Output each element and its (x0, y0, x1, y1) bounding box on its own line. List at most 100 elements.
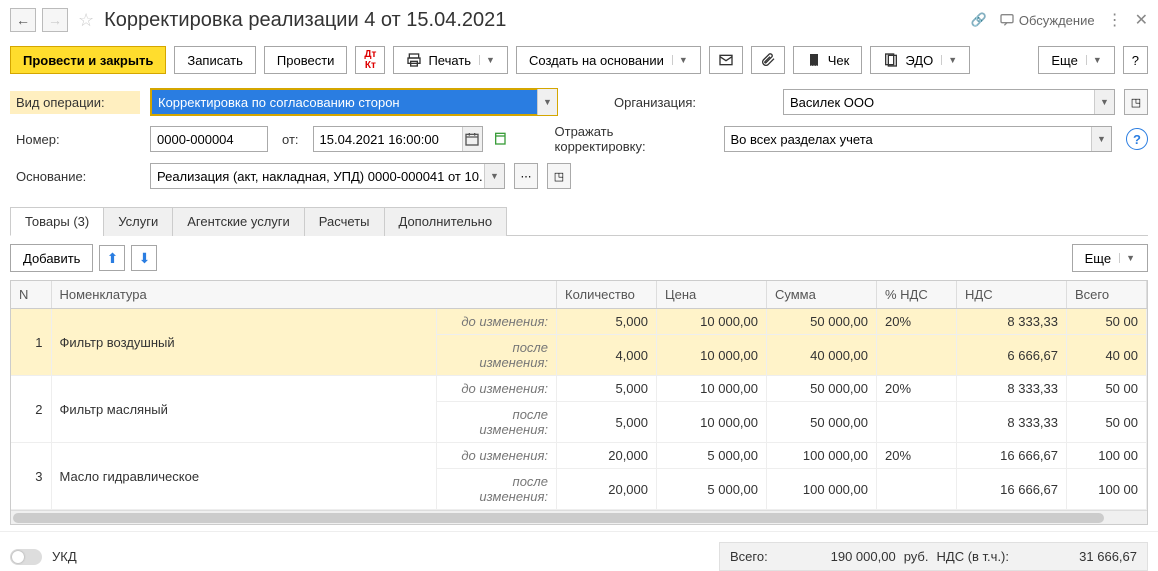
cell-sum[interactable]: 50 000,00 (767, 309, 877, 335)
move-up-button[interactable]: ⬆ (99, 245, 125, 271)
col-header-vat-rate[interactable]: % НДС (877, 281, 957, 309)
cell-vat[interactable]: 8 333,33 (957, 402, 1067, 443)
cell-sum[interactable]: 100 000,00 (767, 443, 877, 469)
op-type-dropdown-icon[interactable]: ▼ (537, 89, 557, 115)
favorite-icon[interactable]: ☆ (78, 10, 94, 31)
help-badge[interactable]: ? (1126, 128, 1148, 150)
cell-total[interactable]: 100 00 (1067, 469, 1147, 510)
create-based-button[interactable]: Создать на основании ▼ (516, 46, 701, 74)
col-header-nomenclature[interactable]: Номенклатура (51, 281, 557, 309)
basis-open-button[interactable]: ◳ (547, 163, 571, 189)
calendar-note-icon[interactable] (493, 130, 509, 149)
cell-sum[interactable]: 40 000,00 (767, 335, 877, 376)
cell-price[interactable]: 10 000,00 (657, 335, 767, 376)
cell-vat-rate[interactable]: 20% (877, 443, 957, 469)
cell-qty[interactable]: 20,000 (557, 443, 657, 469)
kebab-icon[interactable]: ⋮ (1107, 10, 1123, 30)
save-button[interactable]: Записать (174, 46, 256, 74)
table-row[interactable]: 3Масло гидравлическоедо изменения:20,000… (11, 443, 1147, 469)
move-down-button[interactable]: ⬇ (131, 245, 157, 271)
dt-kt-button[interactable]: ДтКт (355, 46, 385, 74)
cell-total[interactable]: 100 00 (1067, 443, 1147, 469)
basis-dropdown-icon[interactable]: ▼ (484, 164, 504, 188)
print-button[interactable]: Печать ▼ (393, 46, 508, 74)
discuss-button[interactable]: Обсуждение (999, 12, 1095, 28)
tab-more-button[interactable]: Еще ▼ (1072, 244, 1148, 272)
cell-vat[interactable]: 8 333,33 (957, 309, 1067, 335)
number-input[interactable] (150, 126, 268, 152)
cell-qty[interactable]: 4,000 (557, 335, 657, 376)
more-button[interactable]: Еще ▼ (1038, 46, 1114, 74)
table-row[interactable]: 1Фильтр воздушныйдо изменения:5,00010 00… (11, 309, 1147, 335)
cell-price[interactable]: 5 000,00 (657, 469, 767, 510)
col-header-total[interactable]: Всего (1067, 281, 1147, 309)
cell-vat[interactable]: 16 666,67 (957, 469, 1067, 510)
post-and-close-button[interactable]: Провести и закрыть (10, 46, 166, 74)
cell-total[interactable]: 50 00 (1067, 309, 1147, 335)
tab-additional[interactable]: Дополнительно (384, 207, 508, 236)
cell-total[interactable]: 40 00 (1067, 335, 1147, 376)
basis-dots-button[interactable]: ⋯ (514, 163, 538, 189)
org-dropdown-icon[interactable]: ▼ (1094, 90, 1114, 114)
cell-price[interactable]: 10 000,00 (657, 402, 767, 443)
org-open-button[interactable]: ◳ (1124, 89, 1148, 115)
org-input[interactable] (783, 89, 1115, 115)
dt-kt-icon: ДтКт (364, 49, 376, 71)
cell-vat-rate[interactable] (877, 402, 957, 443)
nav-back[interactable]: ← (10, 8, 36, 32)
col-header-price[interactable]: Цена (657, 281, 767, 309)
calendar-icon[interactable] (462, 127, 482, 151)
cell-total[interactable]: 50 00 (1067, 402, 1147, 443)
op-type-input[interactable] (152, 90, 556, 114)
cell-price[interactable]: 10 000,00 (657, 309, 767, 335)
cell-qty[interactable]: 5,000 (557, 402, 657, 443)
edo-button[interactable]: ЭДО ▼ (870, 46, 970, 74)
col-header-qty[interactable]: Количество (557, 281, 657, 309)
cell-qty[interactable]: 5,000 (557, 309, 657, 335)
cell-vat-rate[interactable]: 20% (877, 376, 957, 402)
basis-input[interactable] (150, 163, 505, 189)
cell-sum[interactable]: 100 000,00 (767, 469, 877, 510)
cell-qty[interactable]: 5,000 (557, 376, 657, 402)
cell-vat[interactable]: 6 666,67 (957, 335, 1067, 376)
cell-nomenclature[interactable]: Фильтр воздушный (51, 309, 437, 376)
cell-vat-rate[interactable] (877, 335, 957, 376)
help-button[interactable]: ? (1123, 46, 1148, 74)
cell-price[interactable]: 5 000,00 (657, 443, 767, 469)
cell-price[interactable]: 10 000,00 (657, 376, 767, 402)
post-button[interactable]: Провести (264, 46, 348, 74)
cell-vat-rate[interactable]: 20% (877, 309, 957, 335)
col-header-n[interactable]: N (11, 281, 51, 309)
mail-icon (718, 52, 734, 68)
tab-calculations[interactable]: Расчеты (304, 207, 385, 236)
tab-agent-services[interactable]: Агентские услуги (172, 207, 305, 236)
op-type-select[interactable]: ▼ (150, 88, 558, 116)
reflect-input[interactable] (724, 126, 1112, 152)
cell-qty[interactable]: 20,000 (557, 469, 657, 510)
cell-total[interactable]: 50 00 (1067, 376, 1147, 402)
cell-vat[interactable]: 16 666,67 (957, 443, 1067, 469)
attach-button[interactable] (751, 46, 785, 74)
table-row[interactable]: 2Фильтр масляныйдо изменения:5,00010 000… (11, 376, 1147, 402)
date-input[interactable] (313, 126, 483, 152)
link-icon[interactable]: 🔗 (971, 12, 987, 28)
cell-sum[interactable]: 50 000,00 (767, 402, 877, 443)
tab-goods[interactable]: Товары (3) (10, 207, 104, 236)
cell-nomenclature[interactable]: Фильтр масляный (51, 376, 437, 443)
nav-forward[interactable]: → (42, 8, 68, 32)
horizontal-scrollbar[interactable] (11, 510, 1147, 524)
col-header-vat[interactable]: НДС (957, 281, 1067, 309)
cell-sum[interactable]: 50 000,00 (767, 376, 877, 402)
cell-nomenclature[interactable]: Масло гидравлическое (51, 443, 437, 510)
ukd-toggle[interactable] (10, 549, 42, 565)
add-row-button[interactable]: Добавить (10, 244, 93, 272)
cell-vat[interactable]: 8 333,33 (957, 376, 1067, 402)
mail-button[interactable] (709, 46, 743, 74)
cell-vat-rate[interactable] (877, 469, 957, 510)
receipt-button[interactable]: Чек (793, 46, 863, 74)
col-header-sum[interactable]: Сумма (767, 281, 877, 309)
reflect-dropdown-icon[interactable]: ▼ (1091, 127, 1111, 151)
close-icon[interactable]: ✕ (1135, 10, 1148, 30)
tab-services[interactable]: Услуги (103, 207, 173, 236)
cell-before-label: до изменения: (437, 376, 557, 402)
